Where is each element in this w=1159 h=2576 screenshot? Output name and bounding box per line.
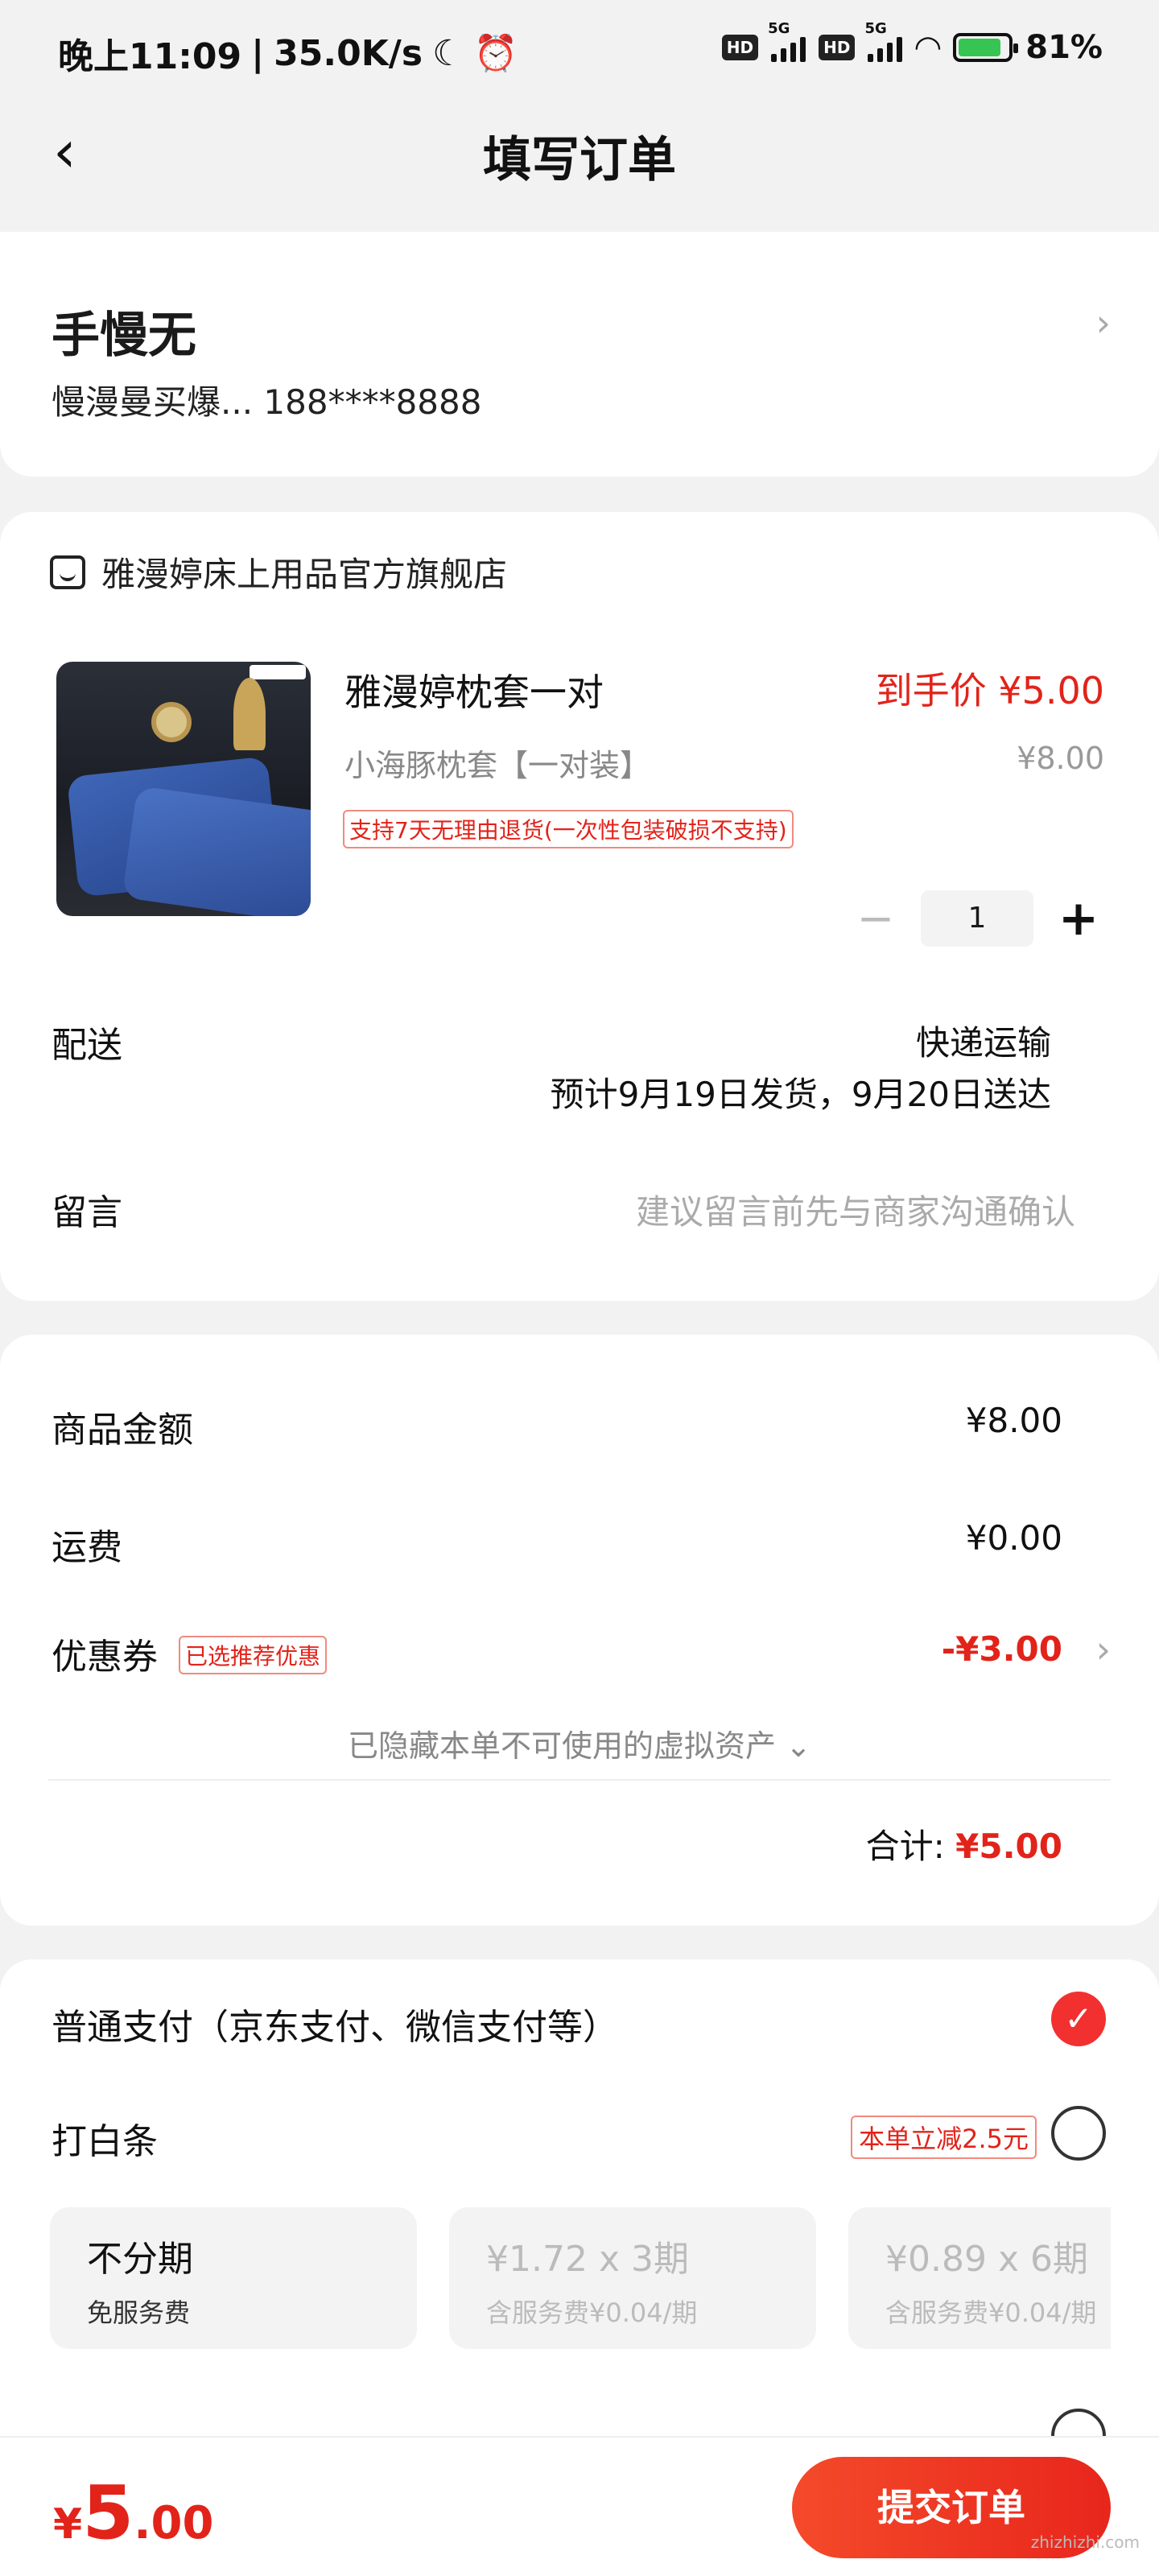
note-input[interactable]: 建议留言前先与商家沟通确认 xyxy=(636,1185,1075,1234)
hidden-assets-toggle[interactable]: 已隐藏本单不可使用的虚拟资产 ⌄ xyxy=(0,1721,1159,1765)
installment-options: 不分期 免服务费 ¥1.72 x 3期 含服务费¥0.04/期 ¥0.89 x … xyxy=(50,2207,1111,2352)
status-left: 晚上11:09 | 35.0K/s ☾ ⏰ xyxy=(58,27,518,79)
page-title: 填写订单 xyxy=(483,132,676,188)
baitiao-option[interactable]: 打白条 xyxy=(52,2112,158,2164)
currency-symbol: ¥ xyxy=(53,2500,83,2549)
signal-icon: 5G xyxy=(768,20,806,62)
installment-sub: 免服务费 xyxy=(87,2297,191,2328)
store-header[interactable]: 雅漫婷床上用品官方旗舰店 xyxy=(50,547,507,597)
freight-value: ¥0.00 xyxy=(965,1518,1062,1558)
coupon-label[interactable]: 优惠券 xyxy=(52,1628,158,1679)
amount-decimal: .00 xyxy=(134,2497,214,2549)
delivery-label: 配送 xyxy=(52,1025,122,1066)
alarm-icon: ⏰ xyxy=(473,33,518,74)
increase-button[interactable]: + xyxy=(1054,890,1103,947)
goods-amount-value: ¥8.00 xyxy=(965,1401,1062,1440)
quantity-input[interactable]: 1 xyxy=(921,890,1033,947)
normal-payment-option[interactable]: 普通支付（京东支付、微信支付等） xyxy=(52,1998,618,2050)
installment-option[interactable]: ¥1.72 x 3期 含服务费¥0.04/期 xyxy=(449,2207,816,2349)
hd-icon: HD xyxy=(819,35,856,60)
total-value: ¥5.00 xyxy=(955,1827,1062,1866)
status-net-speed: 35.0K/s xyxy=(274,32,423,74)
watermark: zhizhizhi.com xyxy=(1030,2533,1140,2552)
hidden-assets-text: 已隐藏本单不可使用的虚拟资产 xyxy=(348,1728,777,1764)
return-policy-tag: 支持7天无理由退货(一次性包装破损不支持) xyxy=(343,810,794,848)
installment-option[interactable]: ¥0.89 x 6期 含服务费¥0.04/期 xyxy=(848,2207,1111,2349)
product-final-price: 到手价 ¥5.00 xyxy=(875,669,1104,712)
baitiao-radio[interactable] xyxy=(1051,2106,1106,2161)
status-time: 晚上11:09 xyxy=(58,36,242,77)
hd-icon: HD xyxy=(721,35,759,60)
price-summary-card: 商品金额 ¥8.00 运费 ¥0.00 优惠券 已选推荐优惠 -¥3.00 › … xyxy=(0,1335,1159,1926)
delivery-eta: 预计9月19日发货，9月20日送达 xyxy=(550,1075,1051,1114)
battery-icon xyxy=(953,33,1019,62)
battery-percent: 81% xyxy=(1025,29,1103,66)
delivery-method[interactable]: 快递运输 xyxy=(916,1016,1051,1065)
product-spec: 小海豚枕套【一对装】 xyxy=(344,748,651,783)
product-title[interactable]: 雅漫婷枕套一对 xyxy=(344,663,604,716)
signal-icon: 5G xyxy=(864,20,903,62)
total-row: 合计: ¥5.00 xyxy=(866,1819,1062,1868)
store-name: 雅漫婷床上用品官方旗舰店 xyxy=(101,555,508,594)
wifi-icon: ◠ xyxy=(915,29,941,66)
divider xyxy=(48,1779,1111,1781)
amount-integer: 5 xyxy=(82,2470,134,2556)
baitiao-promo-tag: 本单立减2.5元 xyxy=(851,2116,1037,2159)
installment-title: ¥0.89 x 6期 xyxy=(885,2239,1088,2280)
goods-amount-label: 商品金额 xyxy=(52,1410,193,1451)
store-card: 雅漫婷床上用品官方旗舰店 雅漫婷枕套一对 到手价 ¥5.00 小海豚枕套【一对装… xyxy=(0,512,1159,1301)
product-original-price: ¥8.00 xyxy=(1017,741,1104,776)
coupon-tag: 已选推荐优惠 xyxy=(179,1636,328,1674)
check-icon[interactable]: ✓ xyxy=(1051,1992,1106,2046)
installment-option[interactable]: 不分期 免服务费 xyxy=(50,2207,417,2349)
status-bar: 晚上11:09 | 35.0K/s ☾ ⏰ HD 5G HD 5G ◠ 81% xyxy=(0,0,1159,105)
quantity-stepper: − 1 + xyxy=(852,890,1103,947)
installment-title: 不分期 xyxy=(87,2239,193,2280)
product-image[interactable] xyxy=(56,662,311,916)
coupon-value[interactable]: -¥3.00 xyxy=(942,1629,1062,1669)
recipient-name: 手慢无 xyxy=(52,308,196,364)
note-label: 留言 xyxy=(52,1192,122,1233)
installment-title: ¥1.72 x 3期 xyxy=(486,2239,689,2280)
freight-label: 运费 xyxy=(52,1527,122,1568)
address-detail: 慢漫曼买爆... 188****8888 xyxy=(52,382,482,422)
address-card[interactable]: 手慢无 慢漫曼买爆... 188****8888 › xyxy=(0,232,1159,477)
installment-sub: 含服务费¥0.04/期 xyxy=(885,2297,1097,2328)
status-sep: | xyxy=(251,32,265,74)
page-header: ‹ 填写订单 xyxy=(0,105,1159,201)
chevron-right-icon: › xyxy=(1095,301,1111,345)
status-right: HD 5G HD 5G ◠ 81% xyxy=(721,20,1103,66)
installment-sub: 含服务费¥0.04/期 xyxy=(486,2297,698,2328)
bottom-bar: ¥ 5 .00 提交订单 zhizhizhi.com xyxy=(0,2436,1159,2576)
decrease-button[interactable]: − xyxy=(852,893,900,945)
moon-icon: ☾ xyxy=(432,32,464,74)
total-label: 合计: xyxy=(865,1827,945,1866)
bottom-total: ¥ 5 .00 xyxy=(53,2470,213,2556)
chevron-down-icon: ⌄ xyxy=(786,1728,811,1764)
store-icon xyxy=(50,555,85,589)
chevron-right-icon[interactable]: › xyxy=(1096,1628,1111,1671)
